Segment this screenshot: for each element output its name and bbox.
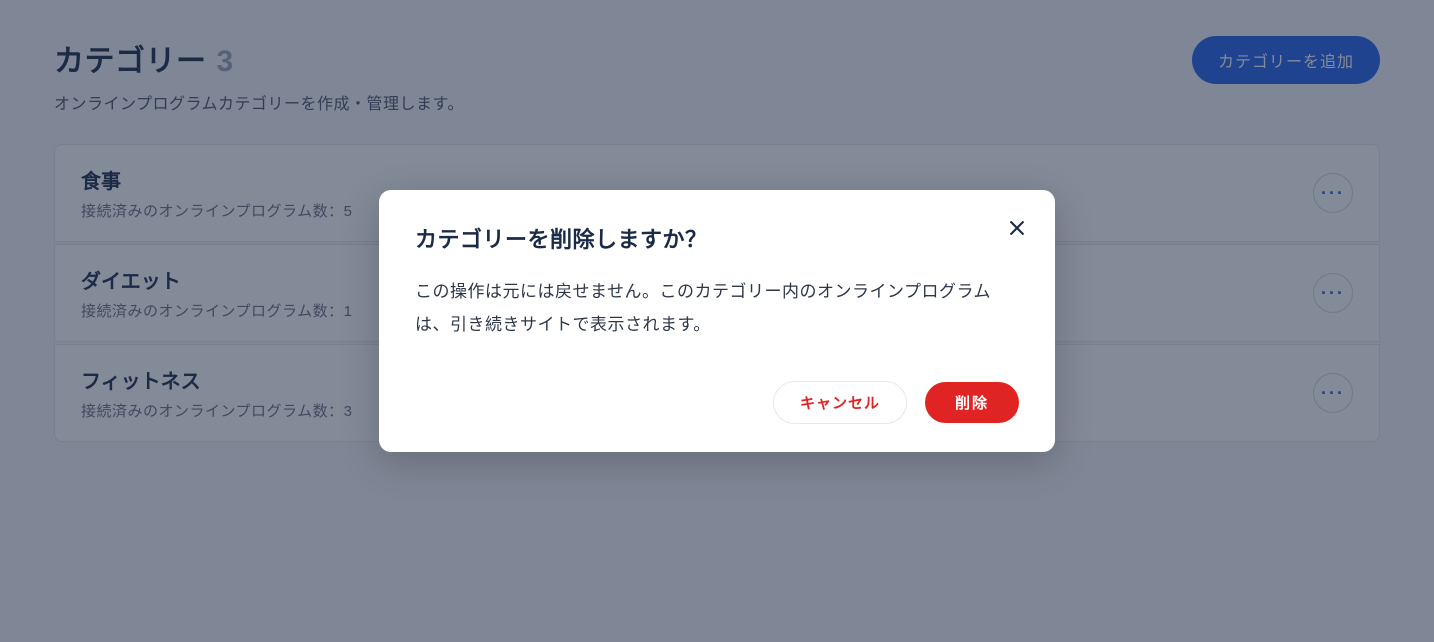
cancel-button[interactable]: キャンセル: [773, 381, 907, 424]
delete-button[interactable]: 削除: [925, 382, 1019, 423]
modal-actions: キャンセル 削除: [415, 381, 1019, 424]
modal-body: この操作は元には戻せません。このカテゴリー内のオンラインプログラムは、引き続きサ…: [415, 276, 1019, 341]
delete-category-modal: カテゴリーを削除しますか？ この操作は元には戻せません。このカテゴリー内のオンラ…: [379, 190, 1055, 452]
close-icon: [1007, 218, 1027, 238]
modal-title: カテゴリーを削除しますか？: [415, 222, 1019, 254]
close-button[interactable]: [1003, 214, 1031, 242]
modal-overlay[interactable]: カテゴリーを削除しますか？ この操作は元には戻せません。このカテゴリー内のオンラ…: [0, 0, 1434, 642]
